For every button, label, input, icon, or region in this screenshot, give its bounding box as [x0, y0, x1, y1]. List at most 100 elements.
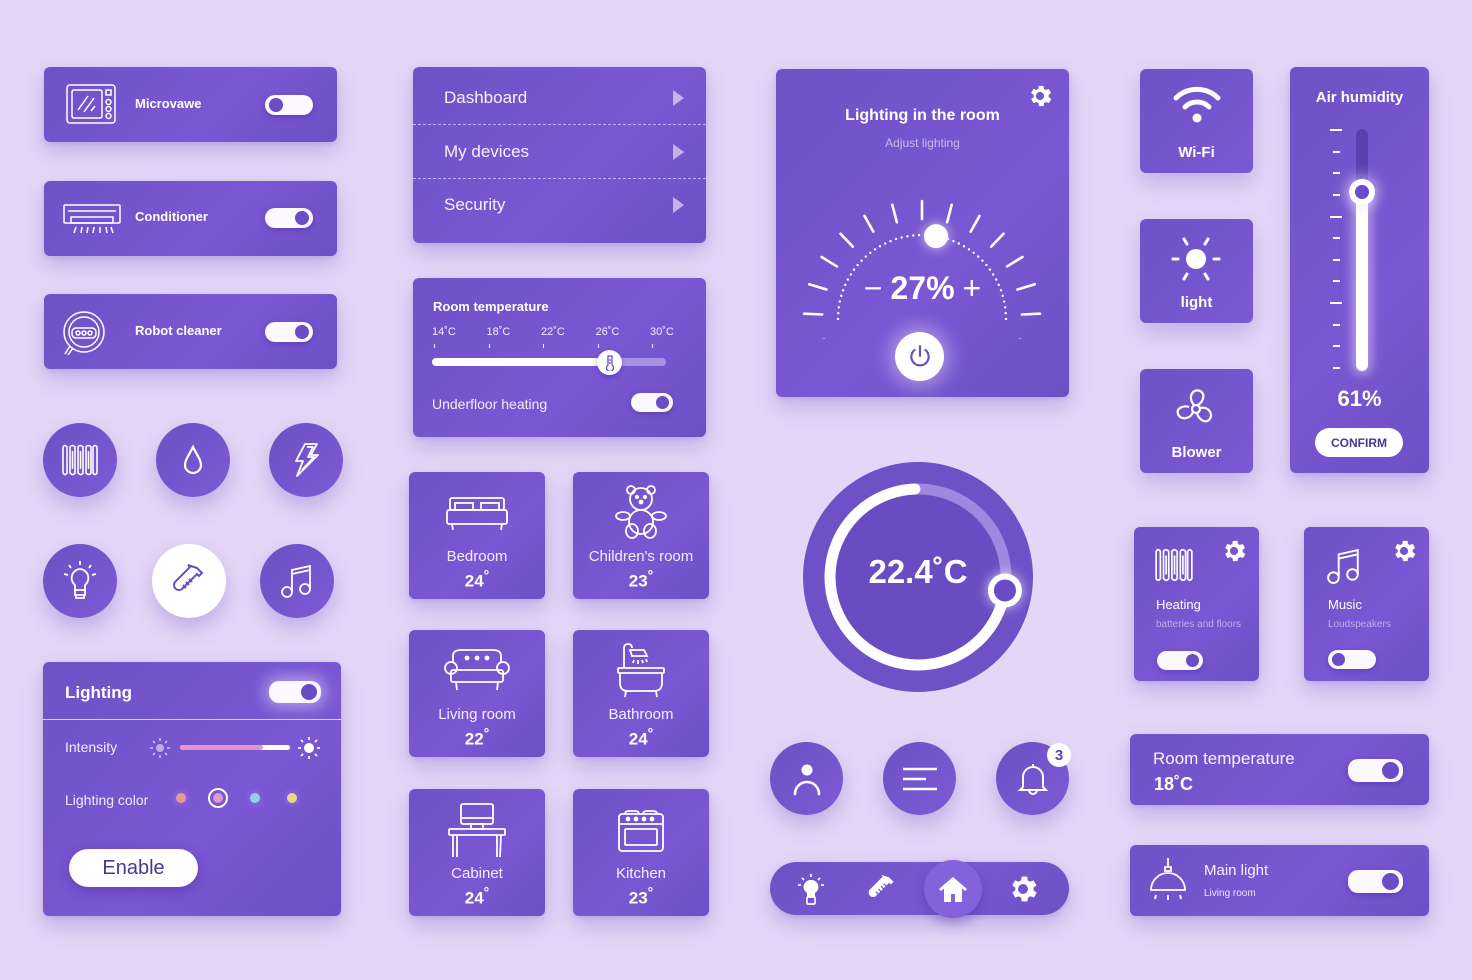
desk-computer-icon [447, 801, 507, 859]
music-note-icon [281, 564, 311, 598]
room-card-kitchen[interactable]: Kitchen 23° [573, 789, 709, 916]
dial-dot [967, 248, 971, 251]
menu-item-security[interactable]: Security [413, 178, 706, 231]
air-humidity-card: Air humidity 61% CONFIRM [1290, 67, 1429, 473]
conditioner-toggle[interactable] [265, 208, 313, 228]
dial-dot [860, 259, 863, 262]
robot-cleaner-toggle[interactable] [265, 322, 313, 342]
gear-icon[interactable] [1220, 537, 1248, 565]
dial-tick [989, 232, 1005, 249]
room-card-childrens-room[interactable]: Children's room 23° [573, 472, 709, 599]
humidity-slider-thumb[interactable] [1349, 179, 1375, 206]
music-button[interactable] [260, 544, 334, 618]
tick-mark [543, 344, 544, 348]
humidity-tick [1333, 150, 1340, 153]
dial-dot [1004, 311, 1007, 315]
humidity-tick [1333, 237, 1340, 240]
room-card-bedroom[interactable]: Bedroom 24° [409, 472, 545, 599]
power-button[interactable] [895, 332, 944, 381]
tile-label: Wi-Fi [1178, 144, 1215, 161]
lighting-percent: 27% [890, 270, 955, 306]
room-temperature-toggle[interactable] [1348, 759, 1403, 782]
confirm-button[interactable]: CONFIRM [1315, 428, 1403, 457]
lightning-icon [295, 443, 319, 477]
color-swatch[interactable] [176, 793, 186, 803]
heating-toggle[interactable] [1157, 651, 1203, 670]
humidity-tick [1333, 280, 1340, 283]
electricity-button[interactable] [269, 423, 343, 497]
user-button[interactable] [770, 742, 843, 815]
dial-dot [962, 245, 966, 248]
dial-dot [977, 255, 980, 258]
music-toggle[interactable] [1328, 650, 1376, 669]
quick-tile-light[interactable]: light [1140, 219, 1253, 323]
temperature-slider[interactable] [432, 358, 666, 366]
gear-icon[interactable] [1026, 82, 1054, 110]
nav-settings[interactable] [1006, 872, 1040, 906]
dial-dot [906, 235, 909, 238]
temperature-slider-thumb[interactable] [597, 350, 623, 375]
nav-home[interactable] [924, 860, 982, 918]
intensity-label: Intensity [65, 739, 118, 755]
microwave-toggle[interactable] [265, 95, 313, 115]
notifications-button[interactable]: 3 [996, 742, 1071, 815]
humidity-tick [1333, 323, 1340, 326]
enable-button[interactable]: Enable [69, 849, 198, 887]
nav-light-bulb[interactable] [796, 873, 826, 907]
dial-tick [839, 232, 855, 249]
quick-tile-wifi[interactable]: Wi-Fi [1140, 69, 1253, 173]
sun-icon [1170, 235, 1222, 283]
card-title: Lighting in the room [845, 107, 1000, 124]
nav-menu: Dashboard My devices Security [413, 67, 706, 243]
thermometer-button[interactable] [152, 544, 226, 618]
humidity-tick [1333, 258, 1340, 261]
underfloor-toggle[interactable] [631, 393, 673, 412]
room-card-bathroom[interactable]: Bathroom 24° [573, 630, 709, 757]
sun-bright-icon [297, 736, 321, 760]
water-button[interactable] [156, 423, 230, 497]
main-light-toggle[interactable] [1348, 870, 1403, 893]
dial-tick [1005, 255, 1024, 268]
menu-button[interactable] [883, 742, 956, 815]
quick-tile-blower[interactable]: Blower [1140, 369, 1253, 473]
menu-item-dashboard[interactable]: Dashboard [413, 71, 706, 124]
room-name: Living room [438, 706, 516, 723]
humidity-tick [1333, 345, 1340, 348]
room-name: Kitchen [615, 865, 667, 882]
radiator-icon [1153, 547, 1195, 583]
main-light-card: Main light Living room [1130, 845, 1429, 916]
color-swatch[interactable] [250, 793, 260, 803]
dial-dot [981, 259, 984, 262]
menu-item-label: Security [444, 194, 506, 214]
sofa-icon [444, 648, 510, 692]
toggle-knob [295, 325, 309, 339]
lighting-dial[interactable] [776, 159, 1069, 339]
radiator-icon [62, 444, 98, 476]
dial-tick [802, 312, 824, 316]
radiator-button[interactable] [43, 423, 117, 497]
thermostat-value: 22.4˚C [868, 553, 968, 590]
room-card-cabinet[interactable]: Cabinet 24° [409, 789, 545, 916]
color-swatch[interactable] [287, 793, 297, 803]
color-swatch-fill [213, 793, 223, 803]
light-button[interactable] [43, 544, 117, 618]
gear-icon[interactable] [1390, 537, 1418, 565]
nav-thermometer[interactable] [866, 872, 898, 906]
increase-button[interactable]: + [963, 270, 982, 306]
intensity-slider[interactable] [180, 745, 290, 750]
dial-dot [878, 245, 882, 248]
menu-item-my-devices[interactable]: My devices [413, 125, 706, 178]
tick-mark [597, 344, 599, 348]
feature-card-music: Music Loudspeakers [1304, 527, 1429, 681]
decrease-button[interactable]: − [864, 270, 883, 306]
dial-dot [1004, 317, 1008, 321]
lighting-title: Lighting [65, 683, 133, 702]
dial-knob[interactable] [924, 224, 949, 249]
tick-label: 26˚C [595, 326, 620, 338]
lighting-panel: Lighting Intensity Lighting color Enable [43, 662, 341, 916]
color-swatch[interactable] [208, 788, 228, 808]
chevron-right-icon [673, 90, 684, 106]
card-title: Room temperature [433, 299, 549, 314]
room-card-living-room[interactable]: Living room 22° [409, 630, 545, 757]
lighting-toggle[interactable] [269, 681, 321, 703]
